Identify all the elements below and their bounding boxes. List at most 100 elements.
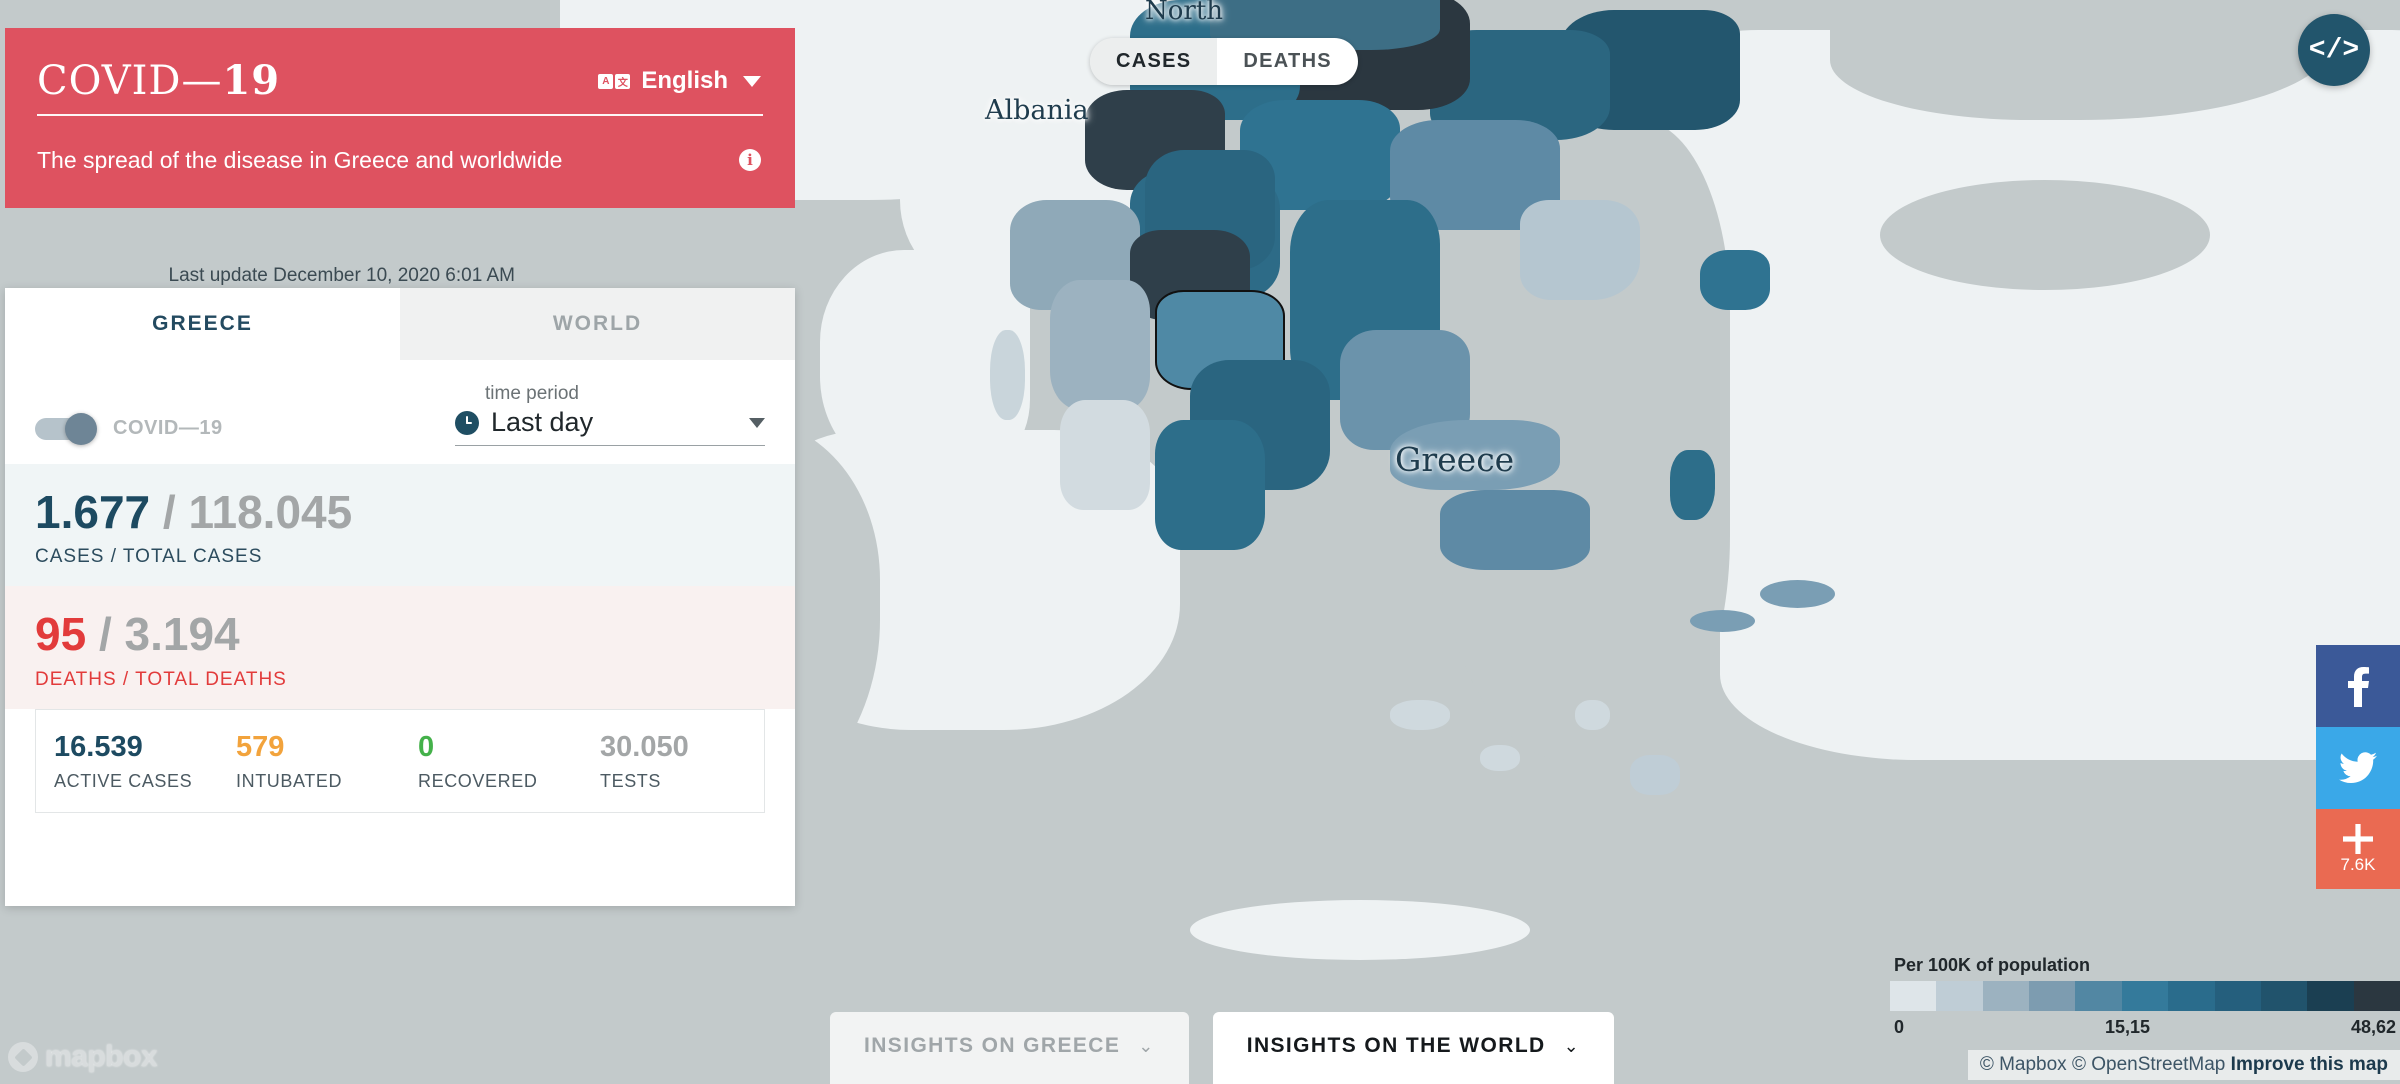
region-samos[interactable] <box>1760 580 1835 608</box>
stat-deaths-numbers: 95 / 3.194 <box>35 610 765 658</box>
language-selector[interactable]: A文 English <box>598 67 761 95</box>
switch-cases[interactable]: CASES <box>1090 38 1218 85</box>
insights-world-button[interactable]: INSIGHTS ON THE WORLD ⌄ <box>1212 1012 1615 1084</box>
region-ikaria[interactable] <box>1690 610 1755 632</box>
tab-world[interactable]: WORLD <box>400 288 795 360</box>
region-thesprotia[interactable] <box>1050 280 1150 410</box>
stat-cases-value: 1.677 <box>35 486 151 538</box>
legend-tick-min: 0 <box>1894 1017 1905 1037</box>
plus-icon <box>2343 823 2373 854</box>
region-evia[interactable] <box>1390 420 1560 490</box>
insights-world-label: INSIGHTS ON THE WORLD <box>1246 1034 1546 1057</box>
covid-toggle-knob <box>65 412 97 445</box>
attribution-osm[interactable]: © OpenStreetMap <box>2072 1054 2225 1075</box>
stat-cases-separator: / <box>162 486 176 538</box>
mapbox-logo-mark <box>13 1047 33 1067</box>
region-corfu[interactable] <box>990 330 1025 420</box>
mini-stat-intubated: 579 INTUBATED <box>218 730 400 793</box>
insights-greece-button[interactable]: INSIGHTS ON GREECE ⌄ <box>830 1012 1189 1084</box>
time-period-value: Last day <box>491 407 594 437</box>
brand-covid: COVID <box>37 58 182 104</box>
share-facebook-button[interactable] <box>2316 645 2400 727</box>
tab-greece-label: GREECE <box>152 312 253 335</box>
code-icon[interactable]: </> <box>2298 14 2370 86</box>
covid-toggle-group: COVID—19 <box>35 412 223 445</box>
language-label: English <box>641 67 728 94</box>
legend-swatch-9 <box>2307 981 2354 1011</box>
mini-stat-recovered-caption: RECOVERED <box>418 771 538 792</box>
share-more-button[interactable]: 7.6K <box>2316 809 2400 889</box>
translate-icon: A文 <box>598 73 631 89</box>
brand-separator: — <box>181 58 223 104</box>
stat-deaths-separator: / <box>98 608 112 661</box>
mini-stat-tests-caption: TESTS <box>600 771 662 792</box>
switch-deaths-label: DEATHS <box>1243 50 1332 72</box>
legend-swatch-10 <box>2353 981 2400 1011</box>
mini-stat-tests-value: 30.050 <box>600 730 689 763</box>
last-update-text: Last update December 10, 2020 6:01 AM <box>168 265 515 286</box>
panel-tabs: GREECE WORLD <box>5 288 795 360</box>
cases-deaths-switch: CASES DEATHS <box>1090 38 1358 85</box>
region-cyclades-1[interactable] <box>1390 700 1450 730</box>
region-karditsa[interactable] <box>1155 420 1265 550</box>
landmass-crete <box>1190 900 1530 960</box>
legend-swatch-5 <box>2121 981 2169 1011</box>
stat-cases-numbers: 1.677 / 118.045 <box>35 488 765 536</box>
mini-stat-active-cases: 16.539 ACTIVE CASES <box>36 731 218 793</box>
mini-stat-recovered: 0 RECOVERED <box>400 730 582 793</box>
mini-stat-intubated-value: 579 <box>236 730 285 763</box>
info-icon[interactable]: i <box>739 149 761 171</box>
app-header: COVID—19 A文 English The spread of the di… <box>5 28 795 208</box>
header-sub-row: The spread of the disease in Greece and … <box>5 116 795 204</box>
legend-tick-mid: 15,15 <box>2104 1017 2150 1037</box>
region-preveza[interactable] <box>1060 400 1150 510</box>
mini-stat-recovered-value: 0 <box>418 730 435 763</box>
time-period-select[interactable]: Last day <box>455 407 765 446</box>
stat-cases-caption: CASES / TOTAL CASES <box>35 546 263 568</box>
header-tagline: The spread of the disease in Greece and … <box>37 146 563 173</box>
time-period-control: time period Last day <box>455 383 765 446</box>
sea-marmara <box>1880 180 2210 290</box>
region-lesvos[interactable] <box>1700 250 1770 310</box>
switch-deaths[interactable]: DEATHS <box>1217 38 1358 85</box>
covid-toggle[interactable] <box>35 412 97 445</box>
legend-swatch-1 <box>1936 981 1983 1011</box>
brand-title: COVID—19 <box>37 58 280 104</box>
legend-swatch-7 <box>2214 981 2261 1011</box>
region-cyclades-2[interactable] <box>1480 745 1520 771</box>
share-count: 7.6K <box>2340 854 2376 874</box>
panel-controls: COVID—19 time period Last day <box>5 360 795 464</box>
time-period-caption: time period <box>485 383 579 404</box>
map-attribution: © Mapbox © OpenStreetMap Improve this ma… <box>1967 1050 2400 1080</box>
legend-tick-max: 48,62 <box>2350 1017 2396 1037</box>
stat-cases: 1.677 / 118.045 CASES / TOTAL CASES <box>5 464 795 587</box>
mapbox-logo[interactable]: mapbox <box>8 1040 158 1074</box>
mini-stat-tests: 30.050 TESTS <box>582 730 764 793</box>
stat-deaths-total: 3.194 <box>124 608 240 661</box>
stat-deaths-value: 95 <box>35 608 87 661</box>
translate-icon-glyph: 文 <box>615 73 631 89</box>
region-chalkidiki[interactable] <box>1520 200 1640 300</box>
header-divider <box>37 114 763 116</box>
region-rhodes[interactable] <box>1630 755 1680 795</box>
chevron-down-icon <box>743 75 761 87</box>
legend-swatch-3 <box>2029 981 2076 1011</box>
tab-greece[interactable]: GREECE <box>5 288 400 360</box>
attribution-mapbox[interactable]: © Mapbox <box>1980 1054 2067 1075</box>
social-share-rail: 7.6K <box>2316 645 2400 889</box>
covid-dashboard: North Albania Greece COVID—19 A文 English… <box>0 0 2400 1084</box>
switch-cases-label: CASES <box>1116 50 1192 72</box>
region-chios[interactable] <box>1670 450 1715 520</box>
region-attica[interactable] <box>1440 490 1590 570</box>
share-twitter-button[interactable] <box>2316 727 2400 809</box>
attribution-improve-link[interactable]: Improve this map <box>2231 1054 2388 1075</box>
legend-swatch-4 <box>2075 981 2122 1011</box>
mapbox-logo-icon <box>8 1042 38 1072</box>
header-top-row: COVID—19 A文 English <box>5 28 795 114</box>
region-cyclades-3[interactable] <box>1575 700 1610 730</box>
chevron-down-icon: ⌄ <box>1563 1035 1581 1056</box>
legend-title: Per 100K of population <box>1894 955 2091 975</box>
tab-world-label: WORLD <box>552 312 643 335</box>
legend-ticks: 0 15,15 48,62 <box>1890 1017 2400 1038</box>
legend-swatch-0 <box>1890 981 1937 1011</box>
